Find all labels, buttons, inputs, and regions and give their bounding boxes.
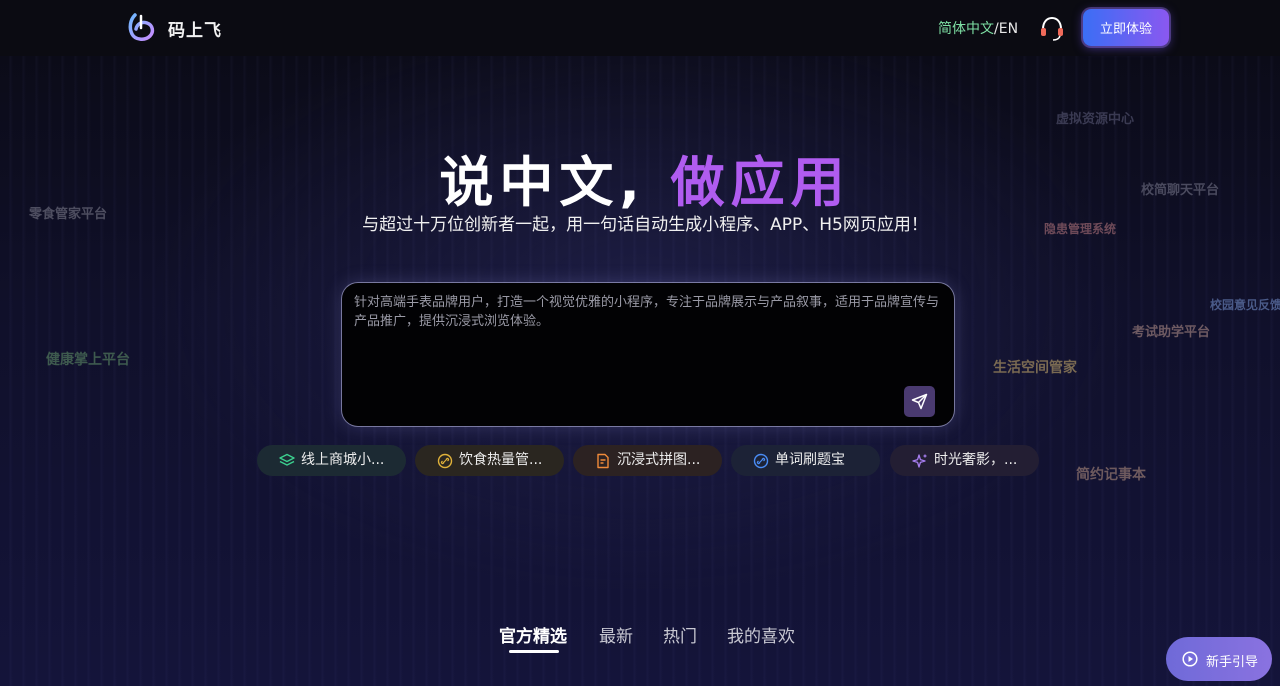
prompt-text[interactable]: 针对高端手表品牌用户，打造一个视觉优雅的小程序，专注于品牌展示与产品叙事，适用于…	[354, 293, 944, 331]
beginner-guide-button[interactable]: 新手引导	[1166, 637, 1272, 681]
brand-name[interactable]: 码上飞	[168, 16, 222, 41]
suggestion-chip[interactable]: 时光奢影，...	[890, 445, 1039, 476]
tab-popular[interactable]: 热门	[663, 622, 697, 647]
active-tab-indicator	[509, 650, 559, 653]
suggestion-chip[interactable]: 沉浸式拼图...	[573, 445, 722, 476]
floating-tag[interactable]: 生活空间管家	[993, 357, 1077, 377]
floating-tag-label: 健康掌上平台	[46, 352, 130, 368]
chip-label: 单词刷题宝	[775, 452, 845, 468]
headset-icon[interactable]	[1038, 14, 1066, 42]
floating-tag[interactable]: 校简聊天平台	[1141, 179, 1219, 198]
logo-icon[interactable]	[127, 12, 157, 42]
floating-tag[interactable]: 健康掌上平台	[46, 349, 130, 369]
chip-label: 沉浸式拼图...	[617, 452, 701, 468]
prompt-input[interactable]: 针对高端手表品牌用户，打造一个视觉优雅的小程序，专注于品牌展示与产品叙事，适用于…	[342, 283, 954, 426]
floating-tag[interactable]: 简约记事本	[1076, 464, 1146, 484]
chip-label: 饮食热量管...	[459, 452, 543, 468]
send-icon	[911, 393, 928, 410]
suggestion-chip[interactable]: 线上商城小...	[257, 445, 406, 476]
floating-tag-label: 隐患管理系统	[1044, 222, 1117, 236]
hero-title: 说中文, 做应用	[0, 138, 1280, 217]
document-edit-icon	[597, 453, 609, 469]
play-circle-icon	[1182, 651, 1198, 667]
floating-tag-label: 生活空间管家	[993, 360, 1077, 376]
hero-title-purple: 做应用	[670, 151, 851, 214]
floating-tag-label: 简约记事本	[1076, 467, 1146, 483]
floating-tag-label: 校简聊天平台	[1141, 183, 1220, 198]
tab-official-picks[interactable]: 官方精选	[499, 622, 567, 647]
link-icon	[753, 453, 769, 469]
send-button[interactable]	[904, 386, 935, 417]
suggestion-chip[interactable]: 单词刷题宝	[731, 445, 880, 476]
chip-label: 线上商城小...	[301, 452, 385, 468]
suggestion-chips: 线上商城小... 饮食热量管... 沉浸式拼图... 单词刷题宝 时光奢影，..…	[257, 445, 1057, 476]
guide-label: 新手引导	[1206, 655, 1259, 670]
floating-tag[interactable]: 虚拟资源中心	[1056, 108, 1134, 127]
lang-option-en[interactable]: EN	[999, 21, 1018, 37]
tab-latest[interactable]: 最新	[599, 622, 633, 647]
hero-title-white: 说中文,	[439, 151, 646, 214]
floating-tag-label: 零食管家平台	[29, 207, 108, 222]
floating-tag-label: 虚拟资源中心	[1056, 112, 1135, 127]
suggestion-chip[interactable]: 饮食热量管...	[415, 445, 564, 476]
link-icon	[437, 453, 453, 469]
tab-my-favorites[interactable]: 我的喜欢	[727, 622, 795, 647]
lang-option-zh[interactable]: 简体中文	[938, 21, 994, 37]
language-switch[interactable]: 简体中文/EN	[938, 18, 1018, 38]
layers-icon	[279, 453, 295, 466]
floating-tag-label: 校园意见反馈	[1210, 298, 1280, 312]
floating-tag[interactable]: 零食管家平台	[29, 203, 107, 222]
top-navbar: 码上飞 简体中文/EN 立即体验	[0, 0, 1280, 56]
try-now-button[interactable]: 立即体验	[1083, 9, 1169, 46]
sparkle-icon	[912, 454, 927, 468]
floating-tag[interactable]: 考试助学平台	[1132, 321, 1210, 340]
floating-tag[interactable]: 隐患管理系统	[1044, 220, 1116, 237]
floating-tag-label: 考试助学平台	[1132, 325, 1211, 340]
floating-tag[interactable]: 校园意见反馈	[1210, 296, 1280, 313]
chip-label: 时光奢影，...	[934, 452, 1018, 468]
